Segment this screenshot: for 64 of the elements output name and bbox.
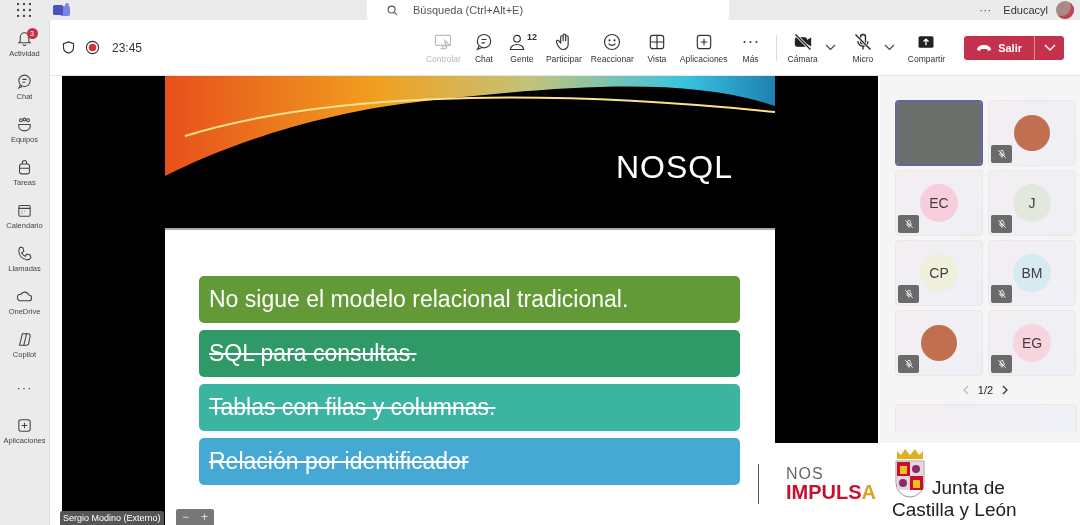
leave-button[interactable]: Salir (964, 35, 1034, 60)
participant-tile[interactable]: J (988, 170, 1076, 236)
share-button[interactable]: Compartir (907, 31, 946, 64)
teams-logo-icon[interactable] (53, 3, 71, 17)
bullet-point: Tablas con filas y columnas. (199, 384, 740, 431)
chevron-down-icon (1043, 44, 1056, 51)
app-launcher-icon[interactable] (17, 3, 31, 17)
sidebar-item[interactable]: ··· (0, 374, 50, 411)
hang-up-icon (976, 43, 993, 52)
recording-icon[interactable] (85, 40, 100, 55)
bag-icon (16, 159, 33, 176)
logo-text: Castilla y León (892, 499, 1017, 521)
bullet-point: SQL para consultas. (199, 330, 740, 377)
participant-tile[interactable]: EG (988, 310, 1076, 376)
initials-avatar: J (1013, 184, 1051, 222)
chevron-down-icon[interactable] (883, 44, 895, 51)
phone-icon (16, 245, 33, 262)
search-field[interactable]: Búsqueda (Ctrl+Alt+E) (367, 0, 729, 20)
bullet-point: No sigue el modelo relacional tradicional. (199, 276, 740, 323)
shield-icon[interactable] (61, 40, 76, 55)
presenter-name: Sergio Modino (Externo) (60, 511, 164, 525)
avatar (1014, 115, 1050, 151)
toolbar-button[interactable]: Aplicaciones (679, 31, 728, 64)
avatar (921, 325, 957, 361)
teams-icon (16, 116, 33, 133)
toolbar-button[interactable]: Participar (545, 31, 582, 64)
avatar[interactable] (1056, 1, 1074, 19)
chevron-right-icon[interactable] (1002, 385, 1010, 395)
toolbar-button[interactable]: Más (736, 31, 765, 64)
account-name: Educacyl (1003, 4, 1048, 16)
mic-off-icon (852, 31, 873, 52)
toolbar-button[interactable]: Cámara (787, 31, 818, 64)
toolbar-button[interactable]: Reaccionar (590, 31, 634, 64)
smile-icon (602, 31, 623, 52)
initials-avatar: EG (1013, 324, 1051, 362)
logo-text: NOS (786, 466, 825, 482)
bell-icon (16, 30, 33, 47)
toolbar-button[interactable]: 12 Gente (506, 31, 537, 64)
chat-icon (473, 31, 494, 52)
camera-off-icon (792, 31, 813, 52)
logo-text: IMPULSA (786, 482, 876, 502)
bullet-point: Relación por identificador (199, 438, 740, 485)
toolbar-button[interactable]: Micro (848, 31, 877, 64)
participant-tile[interactable]: EC (895, 170, 983, 236)
calendar-icon (16, 202, 33, 219)
participant-tile[interactable]: BM (988, 240, 1076, 306)
toolbar-button[interactable]: Chat (469, 31, 498, 64)
more-options-button[interactable]: ··· (979, 3, 992, 17)
chevron-down-icon[interactable] (824, 44, 836, 51)
chat-icon (16, 73, 33, 90)
more-icon (743, 39, 759, 44)
logo-text: Junta de (932, 477, 1006, 499)
coat-of-arms-drawing (892, 447, 928, 499)
initials-avatar: CP (920, 254, 958, 292)
zoom-out-button[interactable]: − (176, 509, 195, 525)
apps-icon (16, 417, 33, 434)
leave-options-button[interactable] (1034, 35, 1064, 60)
toolbar-button[interactable]: Vista (642, 31, 671, 64)
participant-tile[interactable]: CP (895, 240, 983, 306)
initials-avatar: EC (920, 184, 958, 222)
initials-avatar: BM (1013, 254, 1051, 292)
page-indicator: 1/2 (977, 384, 994, 396)
meeting-timer: 23:45 (112, 40, 143, 55)
slide-title: NOSQL (615, 149, 733, 186)
